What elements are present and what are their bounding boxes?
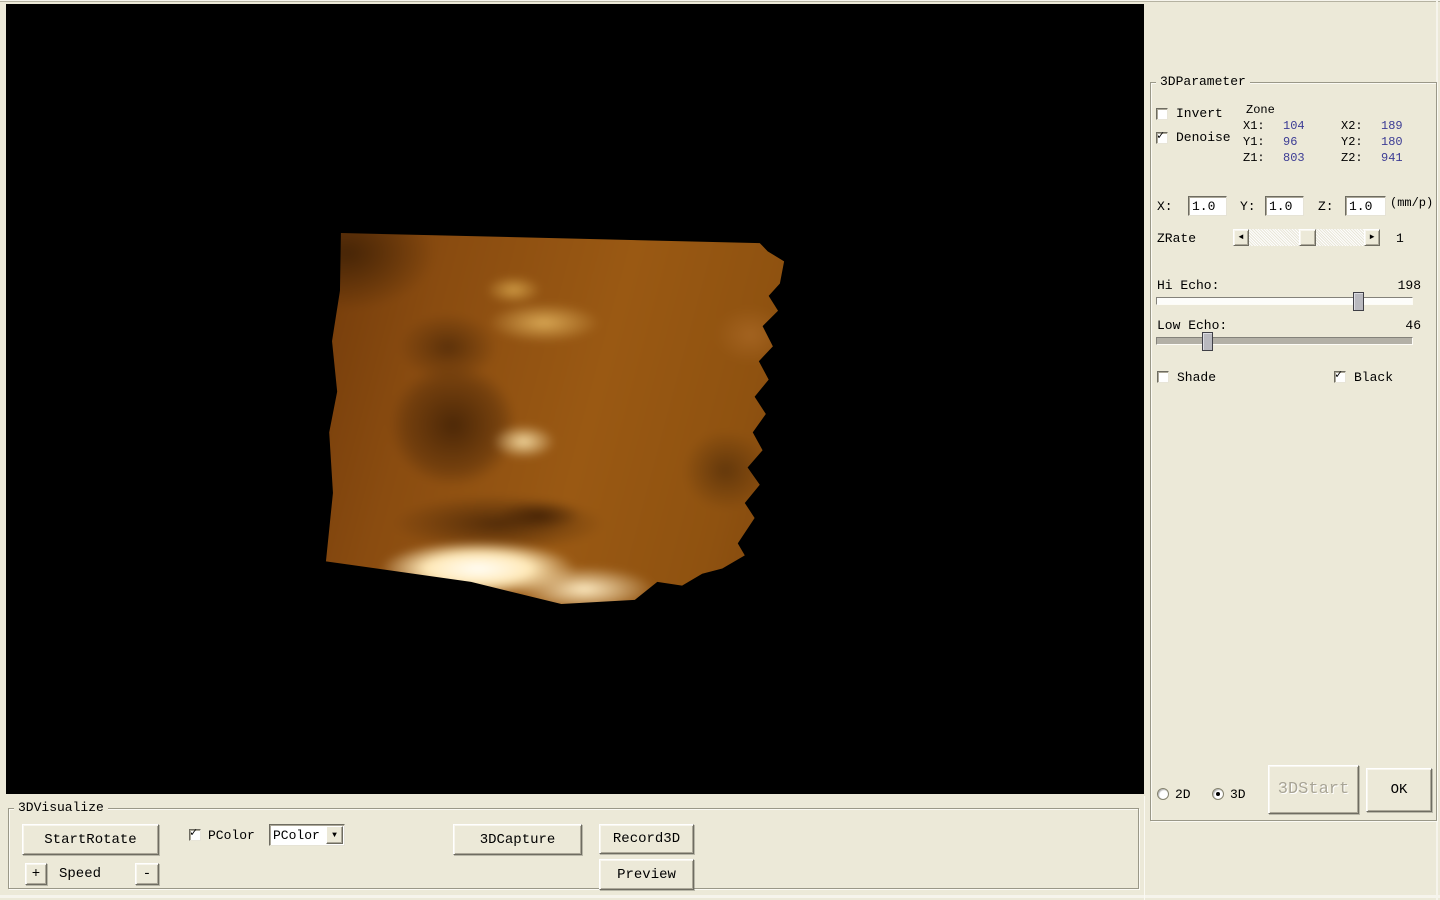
mode-2d-label: 2D <box>1175 787 1191 802</box>
hi-echo-value: 198 <box>1397 278 1421 293</box>
zrate-scrollbar-thumb[interactable] <box>1299 229 1316 246</box>
zrate-scrollbar[interactable]: ◄ ► <box>1233 229 1380 246</box>
zrate-scroll-left-button[interactable]: ◄ <box>1233 229 1249 246</box>
window-frame-bottom <box>0 895 1440 898</box>
zone-title: Zone <box>1246 103 1275 117</box>
shade-checkbox[interactable] <box>1157 371 1169 383</box>
speed-label: Speed <box>59 866 102 882</box>
low-echo-value: 46 <box>1405 318 1421 333</box>
ok-button-label: OK <box>1390 782 1408 798</box>
scroll-right-icon: ► <box>1369 233 1375 242</box>
scale-x-field[interactable] <box>1188 196 1227 216</box>
speed-minus-button-label: - <box>142 866 152 882</box>
zrate-value: 1 <box>1396 231 1404 246</box>
ok-button[interactable]: OK <box>1366 768 1432 812</box>
parameter-groupbox-title: 3DParameter <box>1156 74 1250 89</box>
pcolor-dropdown[interactable]: PColor ▼ <box>269 824 345 846</box>
zone-x2-value: 189 <box>1381 119 1403 133</box>
3d-viewport[interactable] <box>6 4 1144 794</box>
scale-unit-label: (mm/p) <box>1390 196 1434 210</box>
zone-z2-value: 941 <box>1381 151 1403 165</box>
mode-3d-label: 3D <box>1230 787 1246 802</box>
zone-y1-value: 96 <box>1283 135 1298 149</box>
preview-button[interactable]: Preview <box>599 859 694 890</box>
start-3d-button[interactable]: 3DStart <box>1268 765 1359 814</box>
capture-3d-button-label: 3DCapture <box>479 831 556 848</box>
zrate-label: ZRate <box>1157 231 1197 246</box>
scale-z-field[interactable] <box>1345 196 1386 216</box>
capture-3d-button[interactable]: 3DCapture <box>453 824 582 855</box>
panel-divider <box>1144 796 1145 900</box>
zone-x1-value: 104 <box>1283 119 1305 133</box>
hi-echo-slider-thumb[interactable] <box>1353 292 1364 311</box>
scale-y-label: Y: <box>1240 199 1256 214</box>
zone-y2-value: 180 <box>1381 135 1403 149</box>
zrate-scroll-right-button[interactable]: ► <box>1364 229 1380 246</box>
zone-x2-label: X2: <box>1341 119 1363 133</box>
record-3d-button-label: Record3D <box>612 831 681 847</box>
visualize-groupbox-title: 3DVisualize <box>14 800 108 815</box>
shade-label: Shade <box>1177 370 1217 385</box>
zone-y2-label: Y2: <box>1341 135 1363 149</box>
pcolor-checkbox[interactable]: ✓ <box>189 826 201 841</box>
check-icon: ✓ <box>1157 129 1165 143</box>
check-icon: ✓ <box>1335 368 1343 382</box>
record-3d-button[interactable]: Record3D <box>599 824 694 854</box>
check-icon: ✓ <box>190 826 198 840</box>
chevron-down-icon: ▼ <box>332 830 337 840</box>
radio-dot-icon <box>1216 792 1220 796</box>
low-echo-slider-track[interactable] <box>1156 337 1413 345</box>
pcolor-label: PColor <box>208 828 255 843</box>
speed-plus-button[interactable]: + <box>25 863 47 885</box>
denoise-label: Denoise <box>1176 130 1231 145</box>
hi-echo-label: Hi Echo: <box>1157 278 1220 293</box>
mode-2d-radio[interactable] <box>1157 788 1169 800</box>
black-label: Black <box>1354 370 1394 385</box>
hi-echo-slider-track[interactable] <box>1156 297 1413 305</box>
zone-z1-value: 803 <box>1283 151 1305 165</box>
speed-minus-button[interactable]: - <box>135 863 159 885</box>
low-echo-slider-thumb[interactable] <box>1202 332 1213 351</box>
start-3d-button-label: 3DStart <box>1277 780 1350 799</box>
scale-x-label: X: <box>1157 199 1173 214</box>
scale-y-field[interactable] <box>1265 196 1304 216</box>
speed-plus-button-label: + <box>31 866 41 882</box>
pcolor-dropdown-value: PColor <box>273 827 320 843</box>
black-checkbox[interactable]: ✓ <box>1334 368 1346 383</box>
zone-z1-label: Z1: <box>1243 151 1265 165</box>
pcolor-dropdown-button[interactable]: ▼ <box>326 826 343 844</box>
zone-y1-label: Y1: <box>1243 135 1265 149</box>
start-rotate-button-label: StartRotate <box>44 831 137 848</box>
low-echo-label: Low Echo: <box>1157 318 1228 333</box>
ultrasound-volume-surface <box>325 232 785 604</box>
window-frame-top <box>0 0 1440 2</box>
preview-button-label: Preview <box>617 866 676 883</box>
scale-z-label: Z: <box>1318 199 1334 214</box>
parameter-groupbox: 3DParameter Invert ✓ Denoise Zone X1: 10… <box>1150 74 1437 821</box>
denoise-checkbox[interactable]: ✓ <box>1156 129 1168 144</box>
invert-label: Invert <box>1176 106 1223 121</box>
mode-3d-radio[interactable] <box>1212 788 1224 800</box>
invert-checkbox[interactable] <box>1156 108 1168 120</box>
ultrasound-3d-render[interactable] <box>325 232 785 604</box>
start-rotate-button[interactable]: StartRotate <box>22 824 159 855</box>
visualize-groupbox: 3DVisualize StartRotate + Speed - ✓ PCol… <box>8 800 1139 890</box>
zone-z2-label: Z2: <box>1341 151 1363 165</box>
application-window: 3DParameter Invert ✓ Denoise Zone X1: 10… <box>0 0 1440 900</box>
zone-x1-label: X1: <box>1243 119 1265 133</box>
scroll-left-icon: ◄ <box>1238 233 1244 242</box>
